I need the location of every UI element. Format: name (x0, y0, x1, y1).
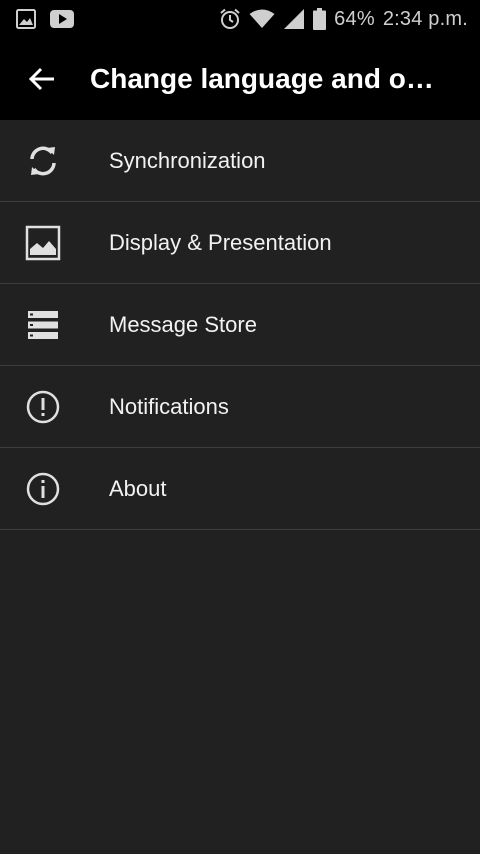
settings-menu: Synchronization Display & Presentation M… (0, 120, 480, 530)
menu-item-label: Display & Presentation (109, 229, 332, 255)
battery-icon (313, 8, 327, 30)
menu-item-label: Synchronization (109, 147, 266, 173)
menu-item-label: About (109, 475, 167, 501)
storage-icon (25, 307, 61, 343)
arrow-back-icon (28, 65, 56, 93)
image-icon (25, 225, 61, 261)
menu-item-about[interactable]: About (0, 448, 480, 530)
info-icon (25, 471, 61, 507)
menu-item-synchronization[interactable]: Synchronization (0, 120, 480, 202)
alarm-icon (219, 8, 241, 30)
page-title: Change language and ot… (90, 63, 436, 94)
gallery-icon (16, 9, 36, 29)
sync-icon (25, 143, 61, 179)
app-bar: Change language and ot… (0, 38, 480, 120)
back-button[interactable] (12, 49, 72, 109)
status-left (16, 9, 74, 29)
menu-item-display-presentation[interactable]: Display & Presentation (0, 202, 480, 284)
status-time: 2:34 p.m. (382, 7, 468, 30)
youtube-icon (50, 10, 74, 28)
wifi-icon (249, 9, 275, 29)
menu-item-message-store[interactable]: Message Store (0, 284, 480, 366)
status-right: 64% 2:34 p.m. (219, 8, 468, 31)
menu-item-notifications[interactable]: Notifications (0, 366, 480, 448)
signal-icon (283, 8, 305, 30)
alert-circle-icon (25, 389, 61, 425)
battery-percent: 64% (334, 7, 375, 30)
status-bar: 64% 2:34 p.m. (0, 0, 480, 38)
menu-item-label: Notifications (109, 393, 229, 419)
menu-item-label: Message Store (109, 311, 257, 337)
